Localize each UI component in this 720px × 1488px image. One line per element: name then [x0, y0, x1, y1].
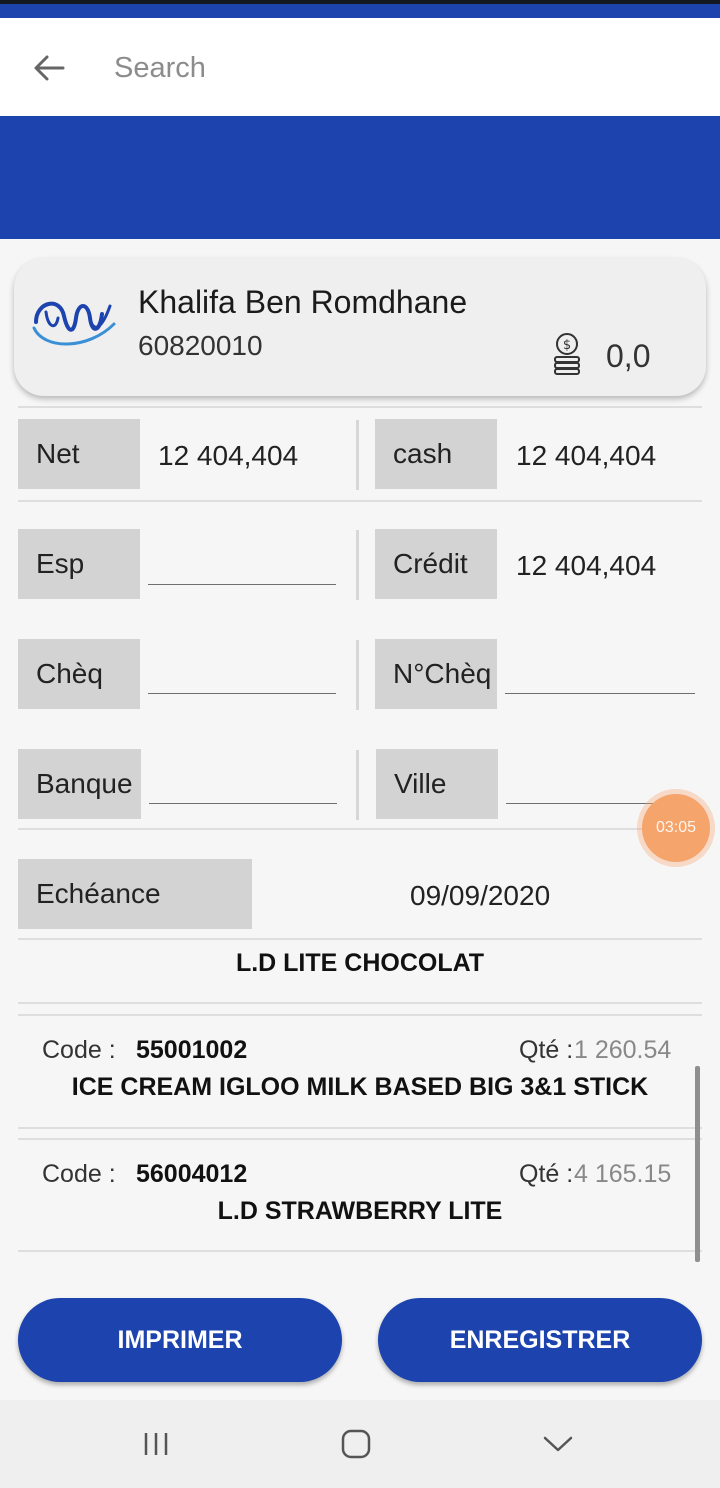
item-name: L.D STRAWBERRY LITE — [217, 1197, 503, 1225]
ncheq-field[interactable] — [505, 654, 695, 694]
item-qty-label: Qté : — [519, 1036, 574, 1064]
divider — [18, 1250, 702, 1252]
print-button[interactable]: IMPRIMER — [18, 1298, 342, 1382]
list-scrollbar[interactable] — [695, 1066, 700, 1262]
timer-bubble[interactable]: 03:05 — [642, 794, 710, 862]
save-button[interactable]: ENREGISTRER — [378, 1298, 702, 1382]
app-screen: Khalifa Ben Romdhane 60820010 $ 0,0 Net … — [0, 0, 720, 1488]
system-nav-bar — [0, 1400, 720, 1488]
cheq-field[interactable] — [148, 654, 336, 694]
back-button[interactable] — [26, 48, 72, 88]
home-button[interactable] — [326, 1422, 386, 1466]
item-code: 55001002 — [136, 1036, 248, 1064]
arrow-left-icon — [34, 55, 65, 81]
cheq-label: Chèq — [18, 639, 140, 709]
chevron-down-icon — [543, 1436, 573, 1452]
divider — [18, 1127, 702, 1129]
column-divider — [356, 530, 359, 600]
recent-apps-button[interactable] — [126, 1422, 186, 1466]
svg-text:$: $ — [563, 338, 571, 353]
list-item-name: L.D LITE CHOCOLAT — [235, 949, 485, 977]
divider — [18, 828, 702, 830]
item-code-label: Code : — [42, 1036, 116, 1064]
item-code-label: Code : — [42, 1160, 116, 1188]
divider — [18, 1002, 702, 1004]
client-card[interactable]: Khalifa Ben Romdhane 60820010 $ 0,0 — [14, 258, 706, 396]
header-band — [0, 116, 720, 239]
echeance-date[interactable]: 09/09/2020 — [410, 880, 550, 912]
ncheq-label: N°Chèq — [375, 639, 497, 709]
item-qty-label: Qté : — [519, 1160, 574, 1188]
search-input[interactable] — [114, 46, 674, 90]
echeance-label: Echéance — [18, 859, 252, 929]
credit-label: Crédit — [375, 529, 497, 599]
divider — [18, 1014, 702, 1016]
cash-value: 12 404,404 — [516, 440, 657, 471]
net-value: 12 404,404 — [158, 440, 299, 471]
client-balance: 0,0 — [606, 338, 651, 374]
banque-field[interactable] — [149, 764, 337, 804]
column-divider — [356, 640, 359, 710]
credit-value: 12 404,404 — [516, 550, 657, 581]
item-name: ICE CREAM IGLOO MILK BASED BIG 3&1 STICK — [71, 1073, 649, 1101]
ville-label: Ville — [376, 749, 498, 819]
item-qty: 1 260.54 — [574, 1036, 672, 1064]
coin-stack-icon: $ — [554, 333, 580, 375]
divider — [18, 500, 702, 502]
esp-label: Esp — [18, 529, 140, 599]
recent-apps-icon — [144, 1433, 168, 1455]
status-strip — [0, 0, 720, 18]
divider — [18, 406, 702, 408]
divider — [18, 1138, 702, 1140]
client-name: Khalifa Ben Romdhane — [138, 284, 468, 320]
net-label: Net — [18, 419, 140, 489]
client-code: 60820010 — [138, 330, 263, 361]
cash-label: cash — [375, 419, 497, 489]
esp-field[interactable] — [148, 545, 336, 585]
column-divider — [356, 750, 359, 820]
column-divider — [356, 420, 359, 490]
search-bar — [0, 18, 720, 116]
banque-label: Banque — [18, 749, 141, 819]
home-icon — [341, 1429, 371, 1459]
company-logo — [32, 301, 116, 346]
divider — [18, 938, 702, 940]
nav-back-button[interactable] — [528, 1422, 588, 1466]
item-qty: 4 165.15 — [574, 1160, 672, 1188]
item-code: 56004012 — [136, 1160, 248, 1188]
